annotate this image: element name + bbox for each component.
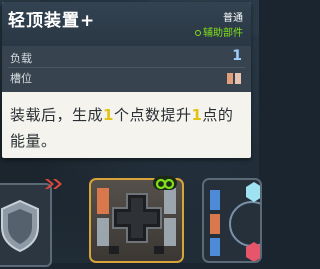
slot-cell <box>235 73 241 84</box>
link-badge <box>153 176 177 190</box>
dpad-cross-icon <box>97 188 176 254</box>
item-tooltip-card: 轻顶装置+ 普通 辅助部件 负载 1 槽位 装载后，生成1个点数提升1点的能量。 <box>2 2 251 158</box>
double-chevron-right-icon <box>45 179 62 189</box>
item-rarity: 普通 <box>223 13 243 24</box>
item-stats: 负载 1 槽位 <box>2 46 251 92</box>
stat-value-load: 1 <box>232 48 242 64</box>
desc-highlight-number: 1 <box>191 106 203 124</box>
stat-label-slots: 槽位 <box>10 72 32 85</box>
item-description: 装载后，生成1个点数提升1点的能量。 <box>10 102 246 154</box>
item-slot-gem[interactable] <box>202 178 275 263</box>
slot-cell <box>227 73 233 84</box>
stat-label-load: 负载 <box>10 52 32 65</box>
item-title: 轻顶装置+ <box>8 11 96 31</box>
desc-text: 装载后，生成 <box>10 106 104 124</box>
link-icon <box>155 178 175 190</box>
stat-row-slots: 槽位 <box>2 68 251 88</box>
item-category: 辅助部件 <box>195 24 243 39</box>
stat-row-load: 负载 1 <box>2 48 251 68</box>
hexagon-gem-icon <box>210 182 275 262</box>
tooltip-header: 轻顶装置+ 普通 辅助部件 <box>2 2 251 46</box>
desc-text: 个点数提升 <box>113 106 192 124</box>
category-dot-icon <box>195 30 201 36</box>
desc-highlight-number: 1 <box>103 106 114 124</box>
slot-cells-icon <box>227 73 243 84</box>
item-category-label: 辅助部件 <box>203 28 243 39</box>
item-slot-shield[interactable] <box>0 183 52 267</box>
shield-icon <box>1 199 39 253</box>
